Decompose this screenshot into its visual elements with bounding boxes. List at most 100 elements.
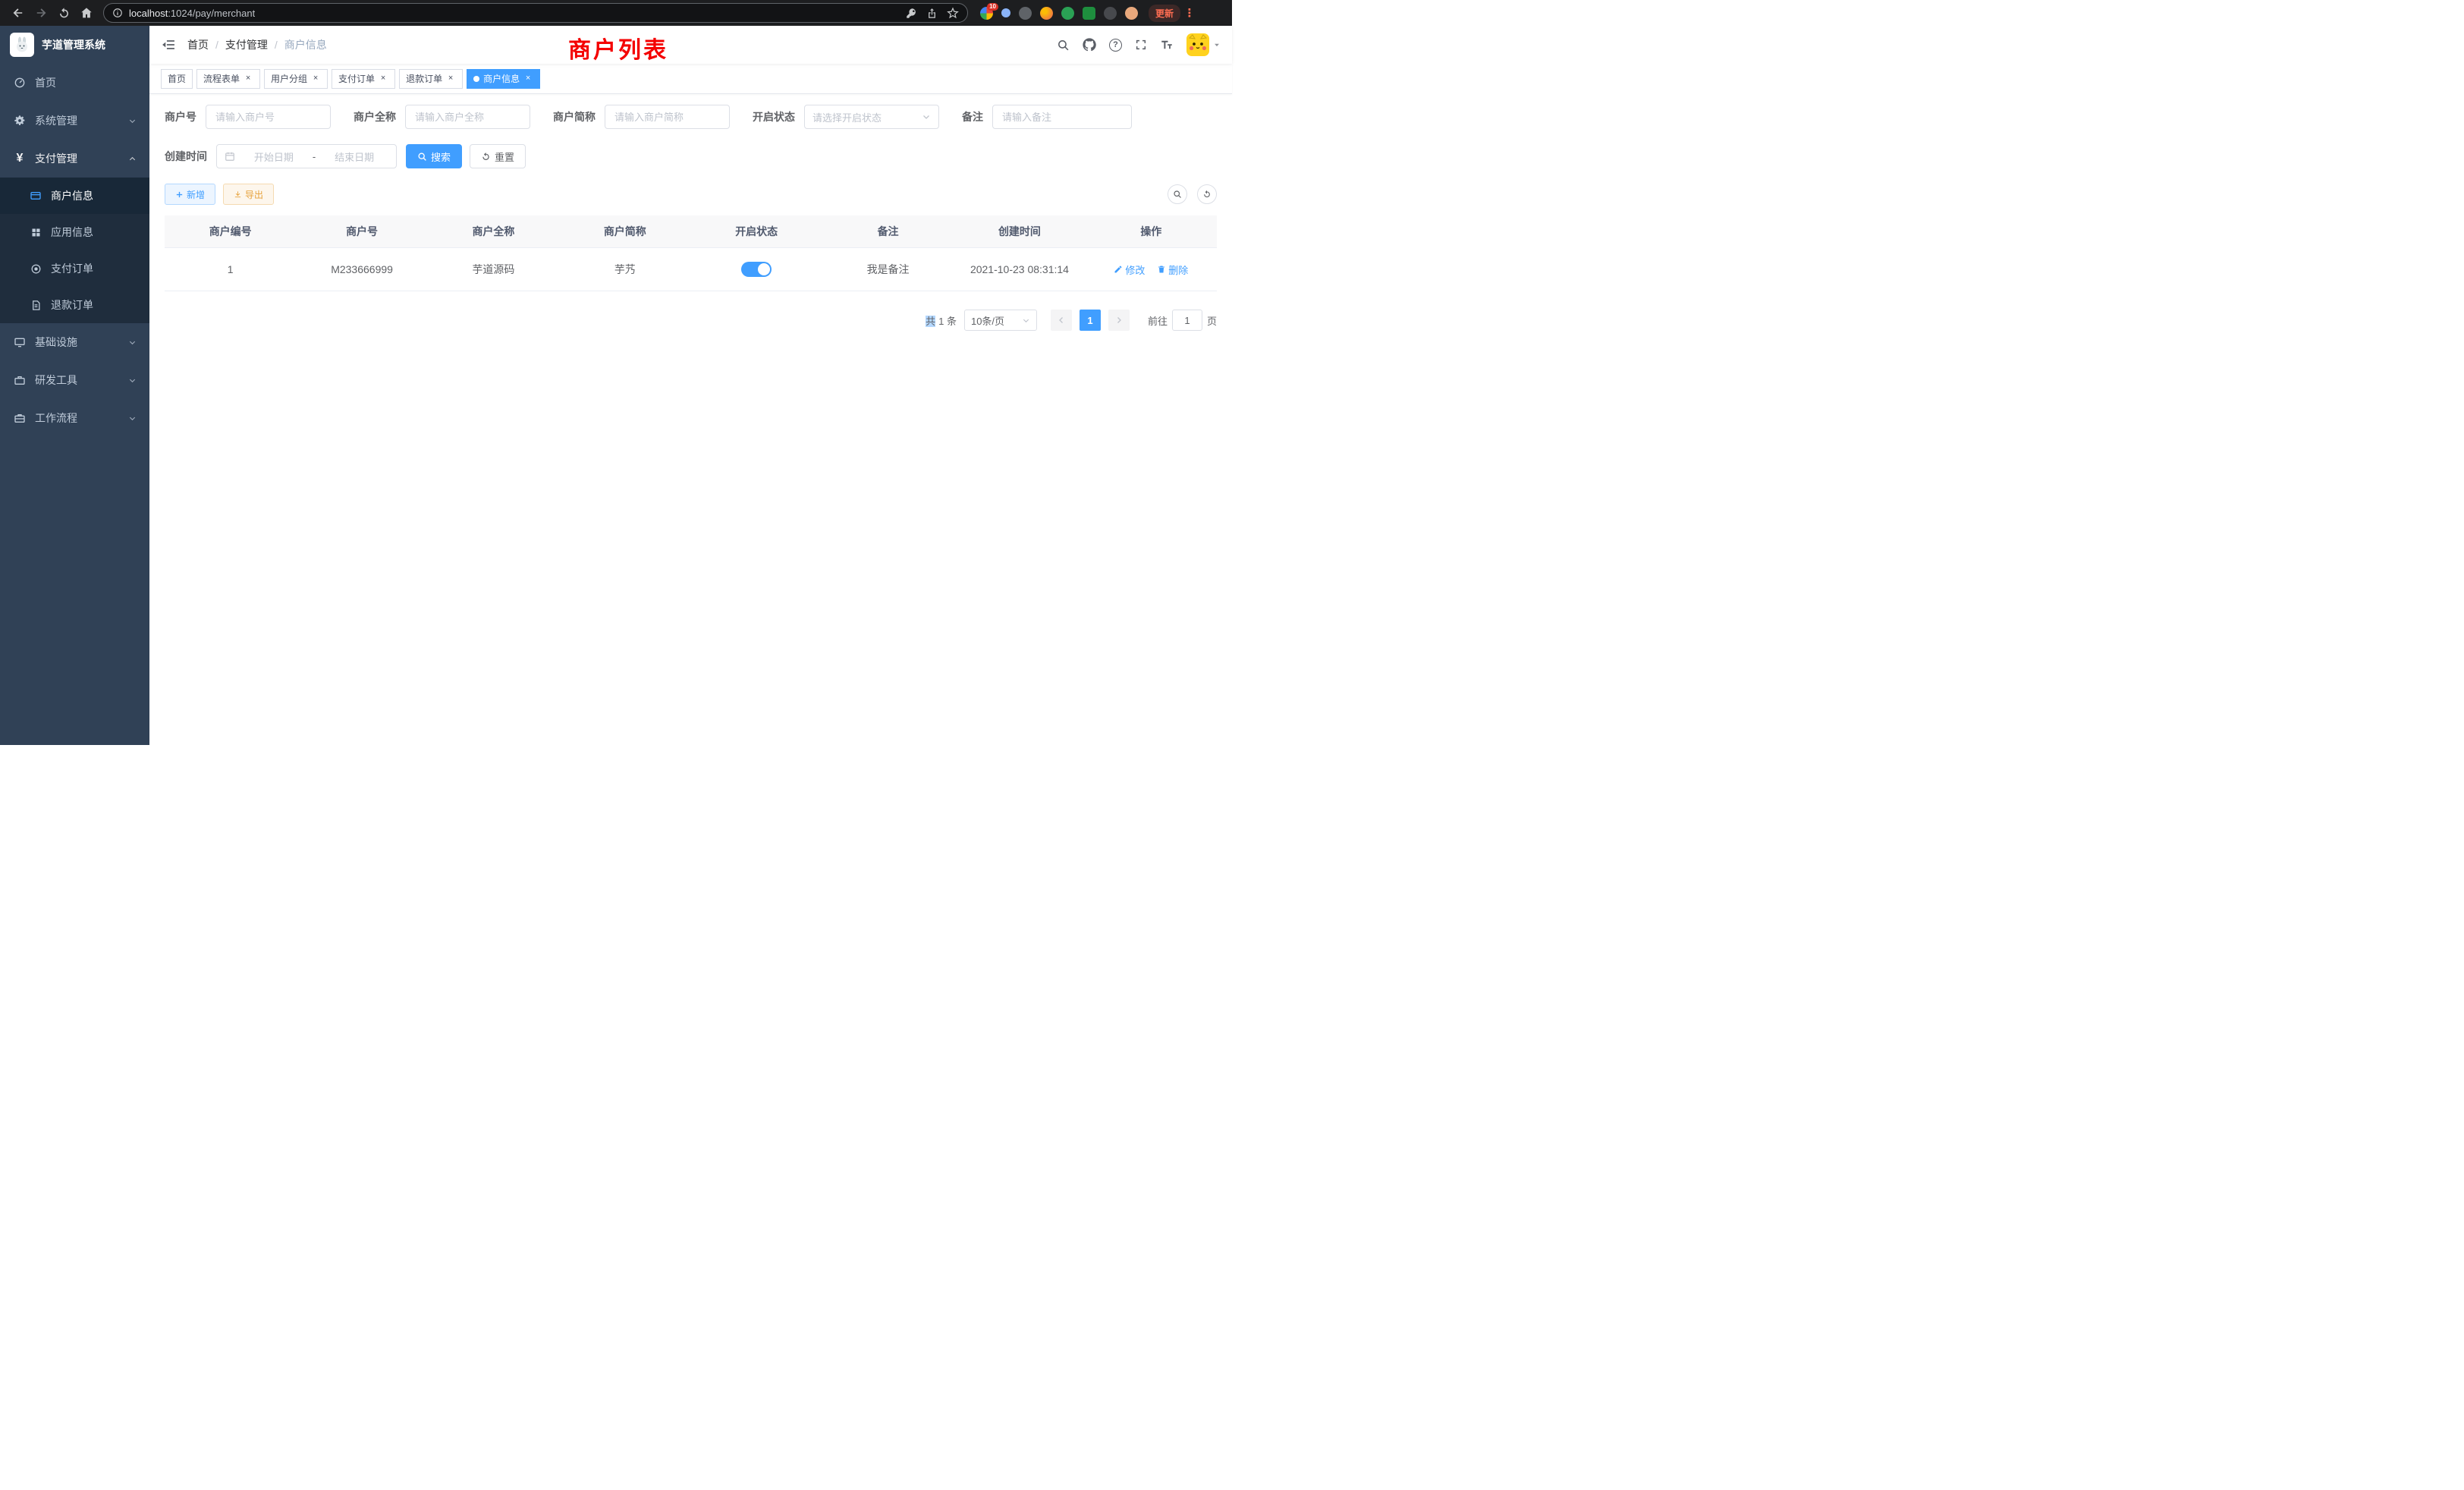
status-select[interactable]: 请选择开启状态 [804,105,939,129]
tab-close-icon[interactable]: × [310,74,321,84]
share-icon[interactable] [926,8,938,19]
font-size-icon[interactable] [1160,38,1174,52]
sidebar-item-workflow[interactable]: 工作流程 [0,399,149,437]
export-button-label: 导出 [245,188,263,201]
breadcrumb-item[interactable]: 首页 [187,37,209,52]
field-label: 商户全称 [354,109,396,124]
top-navbar: 首页 / 支付管理 / 商户信息 ? [149,26,1232,64]
page-size-select[interactable]: 10条/页 [964,310,1037,331]
chevron-left-icon [1057,316,1066,325]
hamburger-icon[interactable] [161,37,176,52]
search-icon[interactable] [1057,39,1070,52]
full-name-input[interactable] [405,105,530,129]
site-info-icon[interactable] [112,8,123,18]
sidebar-item-home[interactable]: 首页 [0,64,149,102]
short-name-input[interactable] [605,105,730,129]
sidebar-item-label: 研发工具 [35,372,77,388]
github-icon[interactable] [1083,38,1096,52]
refresh-icon [1202,190,1212,199]
extension-colorwheel-icon[interactable]: 10 [980,7,993,20]
breadcrumb: 首页 / 支付管理 / 商户信息 [187,37,327,52]
plus-icon [175,190,184,199]
goto-page-input[interactable] [1172,310,1202,331]
filter-row-1: 商户号 商户全称 商户简称 开启状态 请选择开启状态 [165,105,1217,129]
trash-icon [1157,265,1166,274]
merchant-no-input[interactable] [206,105,331,129]
sidebar-item-refund-order[interactable]: 退款订单 [0,287,149,323]
extension-green-circle-icon[interactable] [1061,7,1074,20]
extension-orange-icon[interactable] [1040,7,1053,20]
tab-refund-order[interactable]: 退款订单 × [399,69,463,89]
logo-rabbit-icon [10,33,34,57]
extension-blue-dot-icon[interactable] [1001,8,1010,17]
browser-back-icon[interactable] [8,2,29,24]
browser-home-icon[interactable] [76,2,97,24]
browser-forward-icon[interactable] [30,2,52,24]
remark-input[interactable] [992,105,1132,129]
cell-remark: 我是备注 [822,248,954,291]
url-bar[interactable]: localhost:1024/pay/merchant [103,3,968,23]
browser-update-button[interactable]: 更新 [1149,5,1180,22]
monitor-icon [13,336,27,348]
tab-user-group[interactable]: 用户分组 × [264,69,328,89]
tab-process-form[interactable]: 流程表单 × [196,69,260,89]
bookmark-star-icon[interactable] [947,7,959,19]
sidebar-item-label: 工作流程 [35,410,77,426]
help-icon[interactable]: ? [1109,39,1122,52]
pay-submenu: 商户信息 应用信息 支付订单 [0,178,149,323]
prev-page-button[interactable] [1051,310,1072,331]
edit-link-label: 修改 [1125,262,1145,277]
right-toolbar [1168,184,1217,204]
refresh-table-button[interactable] [1197,184,1217,204]
tab-merchant-info[interactable]: 商户信息 × [467,69,540,89]
app-logo[interactable]: 芋道管理系统 [0,26,149,64]
date-end-placeholder: 结束日期 [320,149,388,164]
user-avatar[interactable] [1186,33,1221,56]
tab-close-icon[interactable]: × [523,74,533,84]
search-button[interactable]: 搜索 [406,144,462,168]
tab-close-icon[interactable]: × [243,74,253,84]
tab-pay-order[interactable]: 支付订单 × [332,69,395,89]
url-host: localhost [129,8,168,19]
sidebar-item-label: 商户信息 [51,188,93,203]
document-icon [29,300,42,311]
export-button[interactable]: 导出 [223,184,274,205]
sidebar-item-devtools[interactable]: 研发工具 [0,361,149,399]
browser-profile-avatar[interactable] [1125,7,1138,20]
select-caret-icon [922,112,931,121]
sidebar-item-system[interactable]: 系统管理 [0,102,149,140]
reset-button[interactable]: 重置 [470,144,526,168]
extension-globe-icon[interactable] [1019,7,1032,20]
tab-home[interactable]: 首页 [161,69,193,89]
field-label: 商户号 [165,109,196,124]
edit-link[interactable]: 修改 [1114,262,1145,277]
field-label: 商户简称 [553,109,596,124]
column-header: 商户编号 [165,215,296,247]
extension-green-square-icon[interactable] [1083,7,1095,20]
browser-menu-icon[interactable]: ⋮ [1182,6,1197,20]
next-page-button[interactable] [1108,310,1130,331]
browser-reload-icon[interactable] [53,2,74,24]
sidebar-item-infrastructure[interactable]: 基础设施 [0,323,149,361]
toggle-search-button[interactable] [1168,184,1187,204]
sidebar-item-app-info[interactable]: 应用信息 [0,214,149,250]
tab-label: 首页 [168,72,186,85]
tab-close-icon[interactable]: × [445,74,456,84]
status-toggle[interactable] [741,262,772,277]
delete-link[interactable]: 删除 [1157,262,1188,277]
cell-full-name: 芋道源码 [428,248,559,291]
filter-row-2: 创建时间 开始日期 - 结束日期 搜索 重置 [165,144,1217,168]
sidebar-item-label: 首页 [35,75,56,90]
extensions-puzzle-icon[interactable] [1104,7,1117,20]
add-button[interactable]: 新增 [165,184,215,205]
sidebar-item-merchant-info[interactable]: 商户信息 [0,178,149,214]
password-key-icon[interactable] [906,8,917,19]
sidebar-item-pay-order[interactable]: 支付订单 [0,250,149,287]
fullscreen-icon[interactable] [1135,39,1147,51]
screen: localhost:1024/pay/merchant 10 [0,0,1232,745]
breadcrumb-item[interactable]: 支付管理 [225,37,268,52]
sidebar-item-pay[interactable]: ¥ 支付管理 [0,140,149,178]
page-1-button[interactable]: 1 [1080,310,1101,331]
create-time-range-picker[interactable]: 开始日期 - 结束日期 [216,144,397,168]
tab-close-icon[interactable]: × [378,74,388,84]
